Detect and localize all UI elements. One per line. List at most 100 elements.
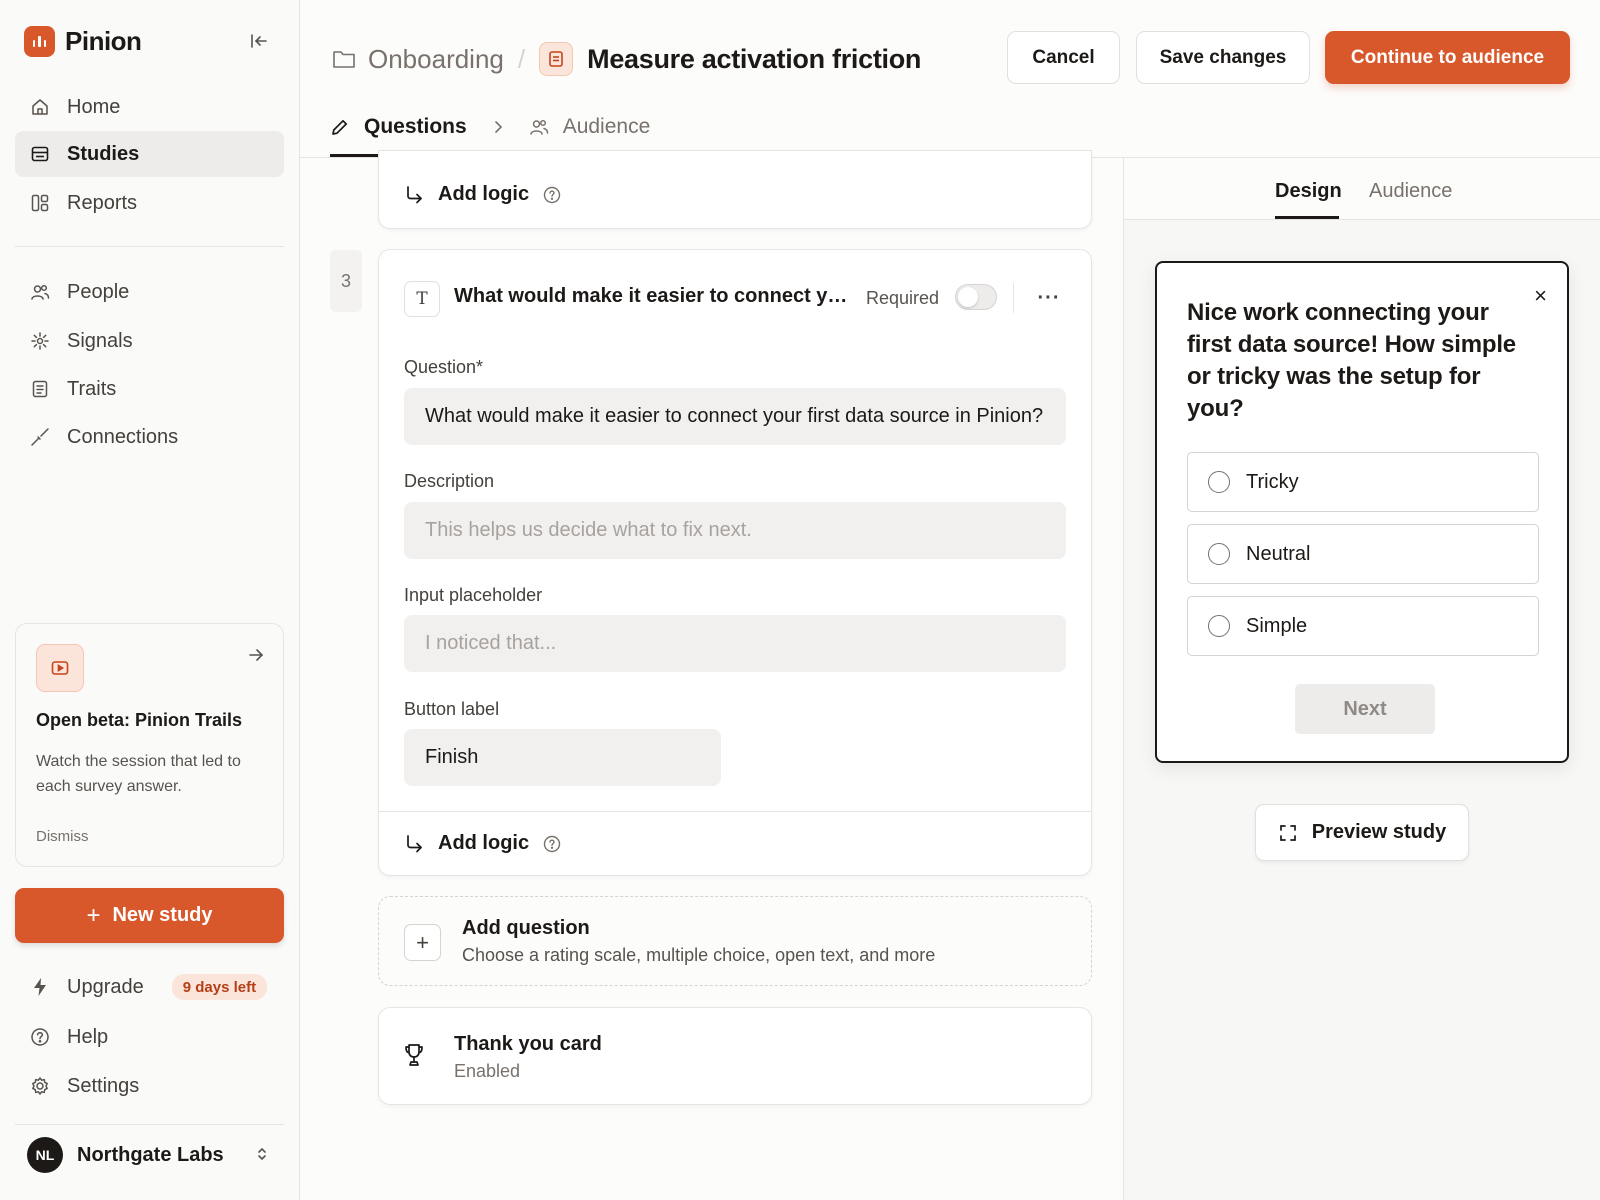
study-icon xyxy=(539,42,574,76)
promo-dismiss-link[interactable]: Dismiss xyxy=(36,828,89,845)
page-title: Measure activation friction xyxy=(587,43,922,74)
preview-study-button[interactable]: Preview study xyxy=(1255,804,1469,861)
promo-card[interactable]: Open beta: Pinion Trails Watch the sessi… xyxy=(15,623,284,867)
tab-design[interactable]: Design xyxy=(1275,180,1342,203)
card-divider xyxy=(378,811,1092,812)
close-icon[interactable]: × xyxy=(1534,283,1547,309)
sidebar-item-reports[interactable]: Reports xyxy=(15,180,284,226)
brand[interactable]: Pinion xyxy=(24,24,142,58)
cancel-button[interactable]: Cancel xyxy=(1007,31,1120,84)
thank-you-status: Enabled xyxy=(454,1061,521,1081)
bolt-icon xyxy=(29,976,51,998)
question-field-label: Question* xyxy=(404,357,484,377)
settings-icon xyxy=(29,1075,51,1097)
header-divider xyxy=(1013,283,1014,313)
sidebar-item-label: Settings xyxy=(67,1074,140,1097)
survey-preview-card: × Nice work connecting your first data s… xyxy=(1155,261,1569,763)
add-logic-label: Add logic xyxy=(438,832,530,854)
preview-option[interactable]: Tricky xyxy=(1187,452,1539,512)
plus-icon: + xyxy=(404,924,441,961)
signals-icon xyxy=(29,330,51,352)
step-label: Questions xyxy=(364,115,467,138)
question-input[interactable]: What would make it easier to connect you… xyxy=(404,388,1066,445)
trophy-icon xyxy=(403,1042,425,1068)
promo-title: Open beta: Pinion Trails xyxy=(36,710,243,730)
add-question-title: Add question xyxy=(462,917,590,939)
connections-icon xyxy=(29,426,51,448)
preview-option[interactable]: Neutral xyxy=(1187,524,1539,584)
avatar: NL xyxy=(27,1137,63,1173)
preview-next-button[interactable]: Next xyxy=(1295,684,1435,734)
studies-icon xyxy=(29,143,51,165)
brand-name: Pinion xyxy=(65,25,142,56)
plus-icon: + xyxy=(86,901,101,929)
sidebar-divider xyxy=(15,246,284,247)
add-logic-button[interactable]: Add logic xyxy=(404,832,561,855)
folder-icon xyxy=(332,48,356,70)
more-options-icon[interactable]: ··· xyxy=(1036,283,1062,313)
step-questions[interactable]: Questions xyxy=(330,112,467,142)
sidebar-item-label: Upgrade xyxy=(67,975,144,998)
reports-icon xyxy=(29,192,51,214)
placeholder-field-label: Input placeholder xyxy=(404,585,543,605)
preview-study-label: Preview study xyxy=(1311,821,1447,843)
arrow-right-icon[interactable] xyxy=(247,646,265,669)
preview-question: Nice work connecting your first data sou… xyxy=(1187,299,1516,422)
sidebar-item-label: Studies xyxy=(67,142,140,165)
sidebar-item-upgrade[interactable]: Upgrade 9 days left xyxy=(15,964,284,1010)
sidebar-item-connections[interactable]: Connections xyxy=(15,414,284,460)
button-label-input[interactable]: Finish xyxy=(404,729,721,786)
sidebar-item-settings[interactable]: Settings xyxy=(15,1063,284,1109)
required-toggle[interactable] xyxy=(955,284,997,310)
question-title[interactable]: What would make it easier to connect you… xyxy=(454,285,854,308)
continue-to-audience-button[interactable]: Continue to audience xyxy=(1325,31,1570,84)
sidebar-item-label: Help xyxy=(67,1025,109,1048)
add-logic-button[interactable]: Add logic xyxy=(404,183,561,206)
required-label: Required xyxy=(866,288,940,308)
question-number: 3 xyxy=(330,250,362,312)
new-study-button[interactable]: + New study xyxy=(15,888,284,943)
account-switcher[interactable]: NL Northgate Labs xyxy=(15,1124,284,1186)
add-question-subtitle: Choose a rating scale, multiple choice, … xyxy=(462,945,936,965)
description-field-label: Description xyxy=(404,471,495,491)
breadcrumb-parent-link[interactable]: Onboarding xyxy=(368,44,504,75)
preview-option-label: Simple xyxy=(1246,614,1308,637)
sidebar-item-studies[interactable]: Studies xyxy=(15,131,284,177)
thank-you-card[interactable]: Thank you card Enabled xyxy=(378,1007,1092,1105)
breadcrumb-separator: / xyxy=(517,43,526,74)
sidebar-item-signals[interactable]: Signals xyxy=(15,318,284,364)
radio-icon xyxy=(1208,543,1230,565)
preview-option-label: Neutral xyxy=(1246,542,1311,565)
chevron-up-down-icon xyxy=(254,1144,270,1169)
sidebar-item-label: People xyxy=(67,280,130,303)
description-input[interactable]: This helps us decide what to fix next. xyxy=(404,502,1066,559)
collapse-sidebar-icon[interactable] xyxy=(246,28,272,54)
preview-option[interactable]: Simple xyxy=(1187,596,1539,656)
sidebar-item-help[interactable]: Help xyxy=(15,1014,284,1060)
save-changes-button[interactable]: Save changes xyxy=(1136,31,1310,84)
add-logic-label: Add logic xyxy=(438,183,530,205)
header: Onboarding / Measure activation friction… xyxy=(300,0,1600,158)
traits-icon xyxy=(29,378,51,400)
help-icon[interactable] xyxy=(543,835,561,853)
breadcrumb: Onboarding / Measure activation friction xyxy=(332,42,921,76)
people-icon xyxy=(529,117,549,137)
add-question-button[interactable]: + Add question Choose a rating scale, mu… xyxy=(378,896,1092,986)
help-icon[interactable] xyxy=(543,186,561,204)
people-icon xyxy=(29,281,51,303)
sidebar-item-traits[interactable]: Traits xyxy=(15,366,284,412)
step-audience[interactable]: Audience xyxy=(529,112,650,142)
pinion-logo-icon xyxy=(24,25,55,57)
sidebar-item-label: Home xyxy=(67,95,121,118)
sidebar-item-people[interactable]: People xyxy=(15,269,284,315)
tab-audience[interactable]: Audience xyxy=(1369,180,1452,203)
input-placeholder-input[interactable]: I noticed that... xyxy=(404,615,1066,672)
expand-icon xyxy=(1278,823,1298,843)
sidebar-item-home[interactable]: Home xyxy=(15,84,284,130)
new-study-label: New study xyxy=(112,904,213,926)
sidebar-item-label: Connections xyxy=(67,425,179,448)
home-icon xyxy=(29,96,51,118)
play-video-icon xyxy=(36,644,84,692)
radio-icon xyxy=(1208,615,1230,637)
active-tab-indicator xyxy=(1275,216,1339,219)
